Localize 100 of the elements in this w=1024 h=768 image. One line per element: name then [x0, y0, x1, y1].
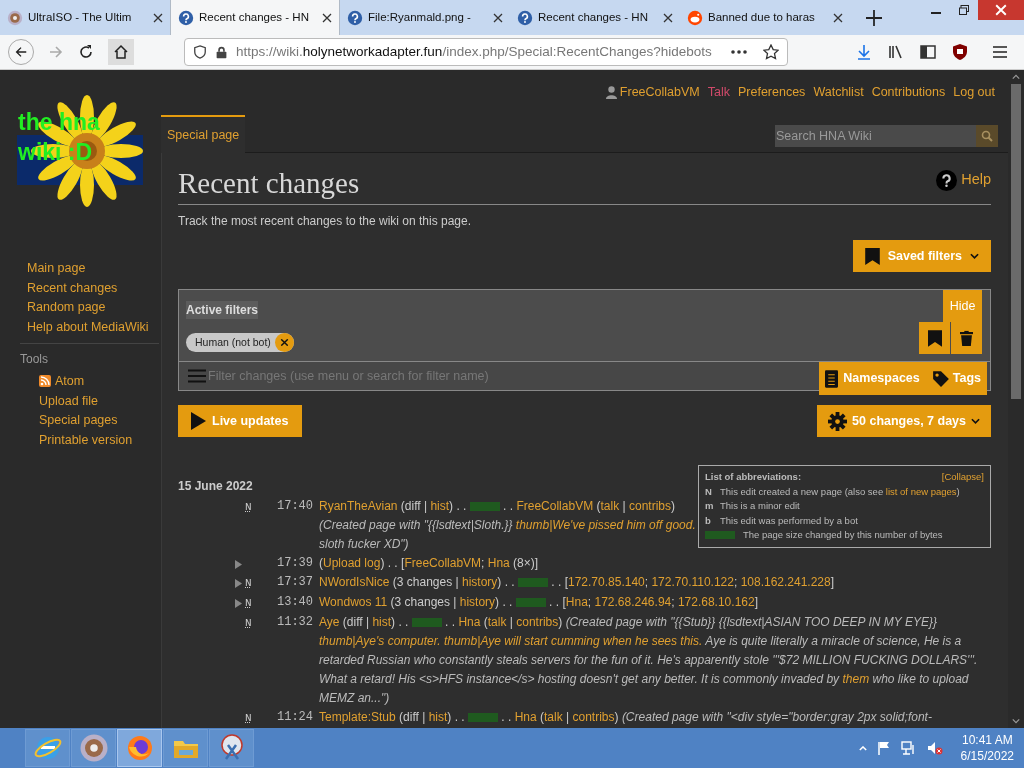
reload-icon[interactable]	[78, 44, 94, 60]
sidebar-link[interactable]: Atom	[55, 373, 85, 390]
new-pages-link[interactable]: list of new pages	[885, 485, 957, 497]
summary-link[interactable]: them	[842, 672, 870, 686]
page-link[interactable]: history	[459, 595, 496, 609]
change-time: 17:40	[277, 498, 314, 515]
page-link[interactable]: Template:Stub	[319, 710, 396, 724]
disc-icon	[78, 733, 109, 763]
user-link[interactable]: FreeCollabVM	[605, 83, 700, 102]
flag-icon[interactable]	[876, 741, 891, 755]
help-link[interactable]: Help	[936, 169, 991, 191]
page-link[interactable]: 172.70.110.122	[651, 575, 734, 589]
sidebar-link[interactable]: Printable version	[39, 431, 133, 448]
sidebar-link[interactable]: Random page	[27, 299, 106, 316]
taskbar-app[interactable]	[25, 729, 70, 767]
taskbar-app[interactable]	[71, 729, 116, 767]
page-link[interactable]: RyanTheAvian	[319, 499, 398, 513]
scroll-down-icon[interactable]	[1012, 718, 1020, 724]
sidebar-link[interactable]: Main page	[27, 260, 86, 277]
page-link[interactable]: hist	[372, 615, 392, 629]
collapse-link[interactable]: [Collapse]	[941, 470, 984, 485]
page-link[interactable]: NWordIsNice	[319, 575, 390, 589]
save-filter-button[interactable]	[919, 322, 950, 354]
shield-extension-icon[interactable]	[952, 44, 968, 60]
legend-key: N	[705, 484, 712, 499]
page-link[interactable]: Upload log	[323, 556, 381, 570]
home-icon[interactable]	[108, 39, 134, 65]
page-link[interactable]: Wondwos 11	[319, 595, 388, 609]
user-link[interactable]: Contributions	[871, 83, 946, 102]
page-link[interactable]: 172.68.10.162	[677, 595, 755, 609]
user-link[interactable]: Log out	[953, 83, 995, 102]
close-icon[interactable]	[833, 12, 843, 23]
panel-label: Active filters	[186, 301, 259, 319]
close-icon[interactable]	[153, 12, 163, 23]
browser-tab[interactable]: Recent changes - HN	[510, 0, 680, 35]
page-link[interactable]: talk	[544, 710, 563, 724]
summary-link[interactable]: thumb|We've pissed him off good.	[515, 518, 696, 532]
delete-button[interactable]	[951, 322, 982, 354]
search-field[interactable]: Search HNA Wiki	[775, 125, 976, 147]
sidebar-icon[interactable]	[920, 44, 936, 60]
page-link[interactable]: 108.162.241.228	[740, 575, 831, 589]
close-icon[interactable]	[322, 12, 332, 23]
clock-date[interactable]: 6/15/2022	[960, 748, 1014, 764]
close-icon[interactable]	[493, 12, 503, 23]
browser-tab[interactable]: Recent changes - HN	[170, 0, 340, 35]
chevron-up-icon[interactable]	[858, 745, 867, 751]
sidebar-link[interactable]: Special pages	[39, 412, 118, 429]
browser-tab[interactable]: File:Ryanmald.png -	[340, 0, 510, 35]
filter-chip[interactable]: Human (not bot)	[186, 333, 294, 352]
page-link[interactable]: 172.70.85.140	[568, 575, 645, 589]
search-icon[interactable]	[976, 125, 998, 147]
expand-arrow-icon[interactable]	[235, 599, 242, 608]
sidebar-link[interactable]: Upload file	[39, 392, 99, 409]
page-link[interactable]: Hna	[514, 710, 537, 724]
taskbar-app[interactable]	[117, 729, 162, 767]
star-icon[interactable]	[763, 44, 779, 60]
page-link[interactable]: FreeCollabVM	[404, 556, 482, 570]
scroll-up-icon[interactable]	[1012, 74, 1020, 80]
help-icon	[517, 9, 533, 26]
taskbar-app[interactable]	[209, 729, 254, 767]
more-icon[interactable]	[731, 49, 747, 55]
close-icon[interactable]	[274, 333, 294, 352]
expand-arrow-icon[interactable]	[235, 579, 242, 588]
page-link[interactable]: history	[461, 575, 498, 589]
sidebar-link[interactable]: Help about MediaWiki	[27, 318, 149, 335]
size-change-mark	[518, 578, 548, 588]
page-link[interactable]: contribs	[572, 710, 615, 724]
sidebar-link[interactable]: Recent changes	[27, 279, 118, 296]
page-link[interactable]: contribs	[628, 499, 671, 513]
clock-time[interactable]: 10:41 AM	[961, 732, 1013, 748]
tag-icon	[931, 369, 950, 388]
new-tab-icon[interactable]	[866, 10, 882, 26]
page-link[interactable]: contribs	[516, 615, 559, 629]
library-icon[interactable]	[888, 44, 904, 60]
menu-icon[interactable]	[992, 44, 1008, 60]
user-link[interactable]: Watchlist	[813, 83, 864, 102]
download-icon[interactable]	[856, 44, 872, 60]
page-link[interactable]: Hna	[458, 615, 481, 629]
page-link[interactable]: FreeCollabVM	[516, 499, 594, 513]
flag-label: N	[245, 617, 252, 629]
close-window-icon[interactable]	[978, 0, 1024, 20]
close-icon[interactable]	[663, 12, 673, 23]
browser-tab[interactable]: UltraISO - The Ultim	[0, 0, 170, 35]
network-icon[interactable]	[900, 741, 917, 755]
volume-muted-icon[interactable]	[926, 741, 943, 755]
page-link[interactable]: hist	[430, 499, 450, 513]
page-link[interactable]: Aye	[319, 615, 340, 629]
page-link[interactable]: talk	[600, 499, 620, 513]
page-tab[interactable]: Special page	[161, 115, 246, 153]
shield-icon	[193, 45, 207, 59]
expand-arrow-icon[interactable]	[235, 560, 242, 569]
user-link[interactable]: Talk	[707, 83, 730, 102]
browser-tab[interactable]: Banned due to haras	[680, 0, 850, 35]
address-bar[interactable]: https://wiki.holynetworkadapter.fun/index.php/Special:RecentChanges?hidebots	[184, 38, 788, 66]
page-link[interactable]: Hna	[487, 556, 510, 570]
scroll-thumb[interactable]	[1011, 84, 1021, 399]
page-link[interactable]: hist	[428, 710, 448, 724]
summary-link[interactable]: thumb|Aye's computer. thumb|Aye will start cumming when he sees this.	[319, 634, 703, 648]
page-link[interactable]: talk	[487, 615, 507, 629]
user-link[interactable]: Preferences	[737, 83, 806, 102]
